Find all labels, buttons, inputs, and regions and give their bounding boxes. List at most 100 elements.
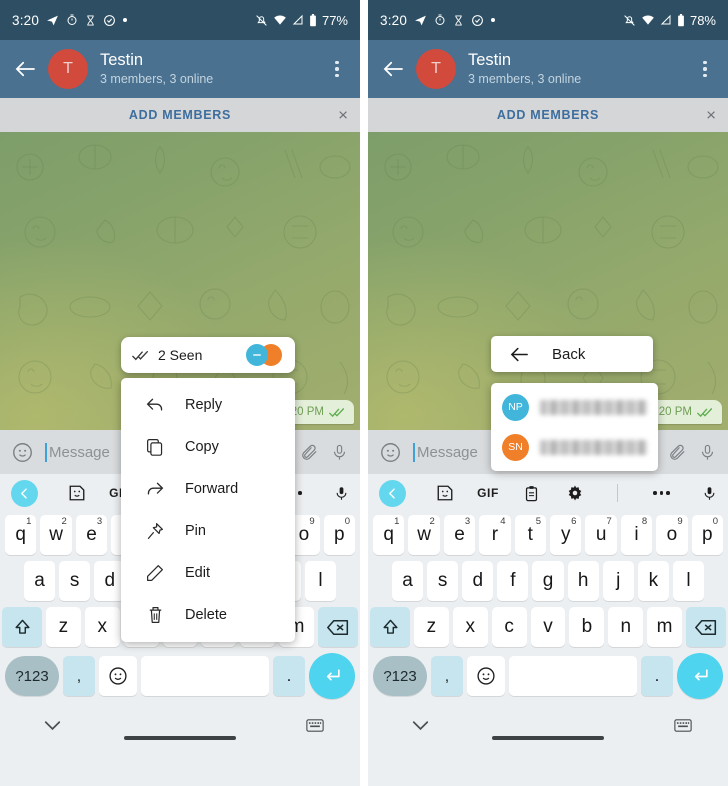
wifi-icon bbox=[273, 14, 287, 26]
back-button[interactable] bbox=[380, 56, 406, 82]
backspace-key[interactable] bbox=[686, 607, 727, 647]
menu-item-pin[interactable]: Pin bbox=[121, 510, 295, 552]
chat-avatar[interactable]: T bbox=[48, 49, 88, 89]
back-card[interactable]: Back bbox=[491, 336, 653, 372]
gear-icon[interactable] bbox=[553, 484, 596, 502]
key-x[interactable]: x bbox=[84, 607, 120, 647]
key-v[interactable]: v bbox=[530, 607, 566, 647]
key-n[interactable]: n bbox=[608, 607, 644, 647]
key-x[interactable]: x bbox=[452, 607, 488, 647]
sticker-icon[interactable] bbox=[423, 484, 466, 502]
keyboard-back-slot bbox=[379, 479, 423, 507]
more-options-button[interactable] bbox=[326, 60, 348, 78]
backspace-key[interactable] bbox=[318, 607, 359, 647]
key-k[interactable]: k bbox=[637, 561, 669, 601]
key-a[interactable]: a bbox=[24, 561, 56, 601]
space-key[interactable] bbox=[509, 656, 637, 696]
comma-key[interactable]: , bbox=[63, 656, 95, 696]
seen-status-card[interactable]: 2 Seen bbox=[121, 337, 295, 373]
chat-titles[interactable]: Testin 3 members, 3 online bbox=[468, 51, 684, 87]
key-a[interactable]: a bbox=[392, 561, 424, 601]
key-h[interactable]: h bbox=[567, 561, 599, 601]
symbols-key[interactable]: ?123 bbox=[373, 656, 427, 696]
enter-key[interactable] bbox=[677, 653, 723, 699]
key-label: q bbox=[383, 524, 394, 545]
key-e[interactable]: 3e bbox=[443, 515, 476, 555]
shift-key[interactable] bbox=[370, 607, 410, 647]
key-f[interactable]: f bbox=[497, 561, 529, 601]
gif-button[interactable]: GIF bbox=[466, 486, 509, 500]
seen-avatars[interactable] bbox=[246, 344, 284, 366]
paperclip-icon[interactable] bbox=[668, 443, 687, 462]
chat-avatar[interactable]: T bbox=[416, 49, 456, 89]
add-members-bar[interactable]: ADD MEMBERS × bbox=[368, 98, 728, 132]
period-key[interactable]: . bbox=[273, 656, 305, 696]
key-r[interactable]: 4r bbox=[479, 515, 511, 555]
key-u[interactable]: 7u bbox=[585, 515, 617, 555]
list-item[interactable]: NP bbox=[491, 387, 658, 427]
key-z[interactable]: z bbox=[46, 607, 81, 647]
space-key[interactable] bbox=[141, 656, 269, 696]
sticker-icon[interactable] bbox=[55, 484, 98, 502]
key-z[interactable]: z bbox=[414, 607, 449, 647]
list-item[interactable]: SN bbox=[491, 427, 658, 467]
key-o[interactable]: 9o bbox=[656, 515, 688, 555]
add-members-bar[interactable]: ADD MEMBERS × bbox=[0, 98, 360, 132]
menu-item-delete[interactable]: Delete bbox=[121, 594, 295, 636]
menu-item-edit[interactable]: Edit bbox=[121, 552, 295, 594]
key-w[interactable]: 2w bbox=[40, 515, 72, 555]
keyboard-switch-icon[interactable] bbox=[306, 718, 324, 732]
chevron-down-icon[interactable] bbox=[412, 720, 429, 731]
back-chevron-icon[interactable] bbox=[11, 479, 38, 507]
key-d[interactable]: d bbox=[462, 561, 494, 601]
key-w[interactable]: 2w bbox=[408, 515, 440, 555]
key-m[interactable]: m bbox=[647, 607, 683, 647]
gesture-bar bbox=[124, 736, 236, 740]
overflow-icon[interactable] bbox=[640, 491, 683, 495]
paperclip-icon[interactable] bbox=[300, 443, 319, 462]
more-options-button[interactable] bbox=[694, 60, 716, 78]
key-s[interactable]: s bbox=[427, 561, 459, 601]
close-icon[interactable]: × bbox=[338, 107, 348, 124]
key-s[interactable]: s bbox=[59, 561, 91, 601]
key-j[interactable]: j bbox=[602, 561, 634, 601]
back-button[interactable] bbox=[12, 56, 38, 82]
key-y[interactable]: 6y bbox=[550, 515, 582, 555]
menu-item-copy[interactable]: Copy bbox=[121, 426, 295, 468]
key-q[interactable]: 1q bbox=[372, 515, 405, 555]
symbols-key[interactable]: ?123 bbox=[5, 656, 59, 696]
key-l[interactable]: l bbox=[304, 561, 336, 601]
chevron-down-icon[interactable] bbox=[44, 720, 61, 731]
key-b[interactable]: b bbox=[569, 607, 605, 647]
key-p[interactable]: 0p bbox=[323, 515, 356, 555]
key-q[interactable]: 1q bbox=[4, 515, 37, 555]
close-icon[interactable]: × bbox=[706, 107, 716, 124]
chat-titles[interactable]: Testin 3 members, 3 online bbox=[100, 51, 316, 87]
mic-icon[interactable] bbox=[699, 443, 716, 462]
keyboard-switch-icon[interactable] bbox=[674, 718, 692, 732]
emoji-key[interactable] bbox=[467, 656, 505, 696]
key-label: y bbox=[560, 524, 571, 545]
shift-key[interactable] bbox=[2, 607, 42, 647]
clipboard-icon[interactable] bbox=[510, 484, 553, 503]
key-c[interactable]: c bbox=[491, 607, 527, 647]
comma-key[interactable]: , bbox=[431, 656, 463, 696]
emoji-icon[interactable] bbox=[380, 442, 401, 463]
mic-icon[interactable] bbox=[315, 484, 349, 503]
menu-item-reply[interactable]: Reply bbox=[121, 384, 295, 426]
key-t[interactable]: 5t bbox=[514, 515, 546, 555]
key-g[interactable]: g bbox=[532, 561, 564, 601]
menu-item-forward[interactable]: Forward bbox=[121, 468, 295, 510]
key-i[interactable]: 8i bbox=[620, 515, 653, 555]
back-chevron-icon[interactable] bbox=[379, 479, 406, 507]
emoji-icon[interactable] bbox=[12, 442, 33, 463]
enter-key[interactable] bbox=[309, 653, 355, 699]
emoji-key[interactable] bbox=[99, 656, 137, 696]
key-p[interactable]: 0p bbox=[691, 515, 724, 555]
period-key[interactable]: . bbox=[641, 656, 673, 696]
key-e[interactable]: 3e bbox=[75, 515, 108, 555]
key-label: a bbox=[402, 570, 413, 591]
key-l[interactable]: l bbox=[672, 561, 704, 601]
mic-icon[interactable] bbox=[683, 484, 717, 503]
mic-icon[interactable] bbox=[331, 443, 348, 462]
